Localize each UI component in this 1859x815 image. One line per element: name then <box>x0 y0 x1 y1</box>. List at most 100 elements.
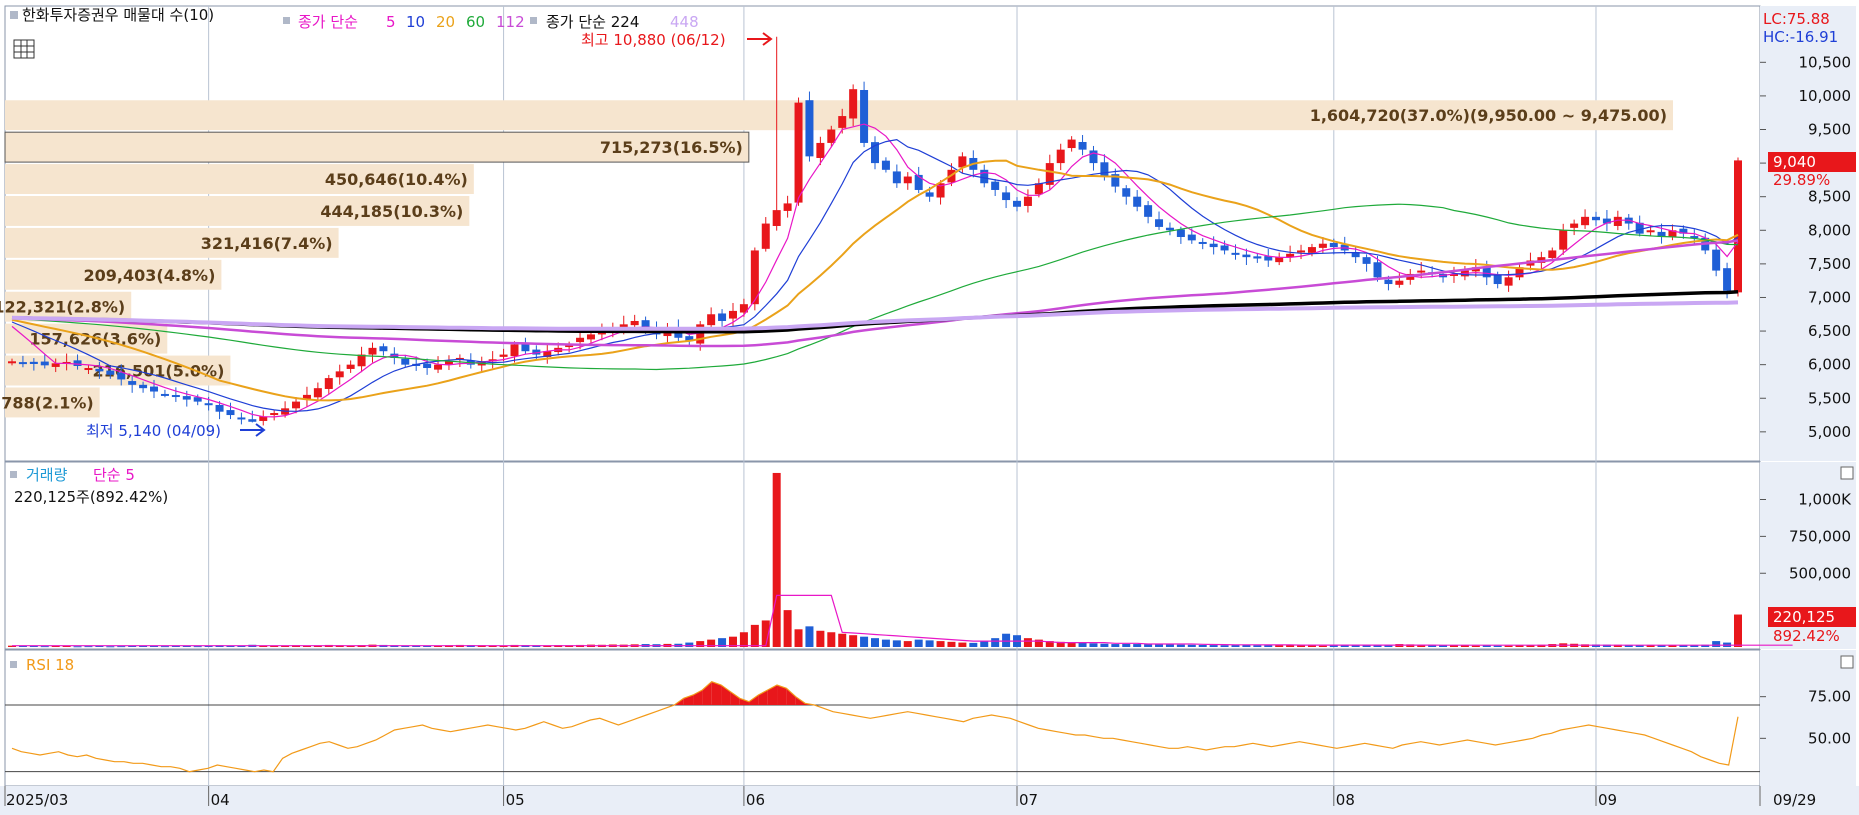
candle-body <box>1198 241 1207 244</box>
rsi-tick-label: 75.00 <box>1808 688 1851 706</box>
profile-label: 89,788(2.1%) <box>0 393 94 412</box>
candle-body <box>1570 223 1579 228</box>
last-price-value: 9,040 <box>1773 153 1816 171</box>
volume-bar <box>685 642 694 647</box>
candle-body <box>324 378 333 389</box>
volume-bar <box>980 641 989 647</box>
profile-label: 321,416(7.4%) <box>201 234 333 253</box>
volume-bar <box>750 624 759 647</box>
volume-close-icon[interactable] <box>1840 466 1854 480</box>
volume-bar <box>1067 642 1076 647</box>
candle-body <box>1373 262 1382 278</box>
candle-body <box>150 386 159 392</box>
price-tick-label: 10,500 <box>1799 53 1852 71</box>
candle-body <box>1034 183 1043 195</box>
volume-tick-label: 1,000K <box>1798 491 1852 509</box>
candle-body <box>182 396 191 400</box>
candle-body <box>215 404 224 412</box>
candle-body <box>881 160 890 170</box>
volume-bar <box>1734 614 1742 647</box>
volume-bar <box>1078 642 1087 647</box>
candle-body <box>1723 268 1732 291</box>
candle-body <box>204 403 213 406</box>
candle-body <box>772 210 781 226</box>
x-tick-label: 08 <box>1336 791 1355 809</box>
candle-body <box>1646 230 1655 233</box>
legend-ma5: 5 <box>386 13 396 31</box>
candle-body <box>576 337 585 343</box>
candle-body <box>816 142 825 158</box>
legend-title: 한화투자증권우 매물대 수(10) <box>22 6 214 24</box>
candle-body <box>1395 280 1404 285</box>
candle-body <box>1548 250 1557 258</box>
candle-body <box>1734 160 1742 293</box>
volume-bar <box>892 640 901 647</box>
price-tick-label: 8,000 <box>1808 221 1851 239</box>
candle-body <box>1220 245 1229 251</box>
candle-body <box>1417 270 1426 273</box>
volume-bar <box>969 642 978 647</box>
legend-toggle-icon[interactable] <box>10 11 18 19</box>
volume-panel[interactable] <box>4 461 1761 650</box>
volume-ma-label: 단순 5 <box>93 466 135 484</box>
candle-body <box>1187 234 1196 241</box>
rsi-panel[interactable] <box>4 649 1761 787</box>
candle-body <box>29 361 38 364</box>
candle-body <box>1362 257 1371 264</box>
profile-label: 715,273(16.5%) <box>600 138 743 157</box>
grid-table-icon[interactable] <box>13 39 35 59</box>
candle-body <box>761 223 770 249</box>
candle-body <box>510 344 519 357</box>
volume-bar <box>1023 638 1032 647</box>
candle-body <box>1100 162 1109 177</box>
price-tick-label: 9,500 <box>1808 121 1851 139</box>
rsi-legend-icon[interactable] <box>10 661 17 668</box>
ma224-legend-icon[interactable] <box>530 17 537 24</box>
volume-bar <box>1176 644 1185 647</box>
legend-ma20: 20 <box>436 13 455 31</box>
candle-body <box>1165 227 1174 231</box>
volume-last-pct: 892.42% <box>1773 627 1840 645</box>
x-tick-label: 2025/03 <box>6 791 68 809</box>
candle-body <box>838 116 847 128</box>
volume-last-value: 220,125 <box>1773 608 1835 626</box>
volume-bar <box>1712 641 1721 647</box>
volume-bar <box>1318 645 1327 647</box>
profile-label: 444,185(10.3%) <box>320 202 463 221</box>
candle-body <box>707 314 716 326</box>
candle-body <box>925 192 934 197</box>
volume-bar <box>73 646 82 648</box>
candle-body <box>1712 249 1721 271</box>
candle-body <box>586 334 595 340</box>
volume-bar <box>1187 644 1196 647</box>
candle-body <box>499 354 508 357</box>
volume-title: 거래량 <box>26 466 68 484</box>
candle-body <box>18 362 27 365</box>
volume-bar <box>1002 633 1011 647</box>
candle-body <box>860 89 869 143</box>
candle-body <box>1133 196 1142 207</box>
candle-body <box>73 360 82 366</box>
legend-ma224-label: 종가 단순 224 <box>546 13 639 31</box>
candle-body <box>226 410 235 416</box>
price-tick-label: 7,000 <box>1808 288 1851 306</box>
chart-canvas[interactable]: 1,604,720(37.0%)(9,950.00 ~ 9,475.00) 715… <box>0 0 1859 815</box>
candle-body <box>270 413 279 416</box>
candle-body <box>991 181 1000 190</box>
candle-body <box>1253 256 1262 259</box>
rsi-title: RSI 18 <box>26 656 74 674</box>
candle-body <box>1176 229 1185 237</box>
candle-body <box>1231 252 1240 255</box>
x-tick-label: 07 <box>1019 791 1038 809</box>
volume-bar <box>881 639 890 647</box>
volume-bar <box>816 630 825 647</box>
rsi-close-icon[interactable] <box>1840 655 1854 669</box>
candle-body <box>980 169 989 184</box>
ma-legend-icon[interactable] <box>283 17 290 24</box>
candle-body <box>1329 242 1338 248</box>
price-tick-label: 7,500 <box>1808 255 1851 273</box>
candle-body <box>1002 192 1011 201</box>
volume-legend-icon[interactable] <box>10 471 17 478</box>
high-annotation: 최고 10,880 (06/12) <box>581 31 726 49</box>
low-annotation: 최저 5,140 (04/09) <box>86 422 221 440</box>
